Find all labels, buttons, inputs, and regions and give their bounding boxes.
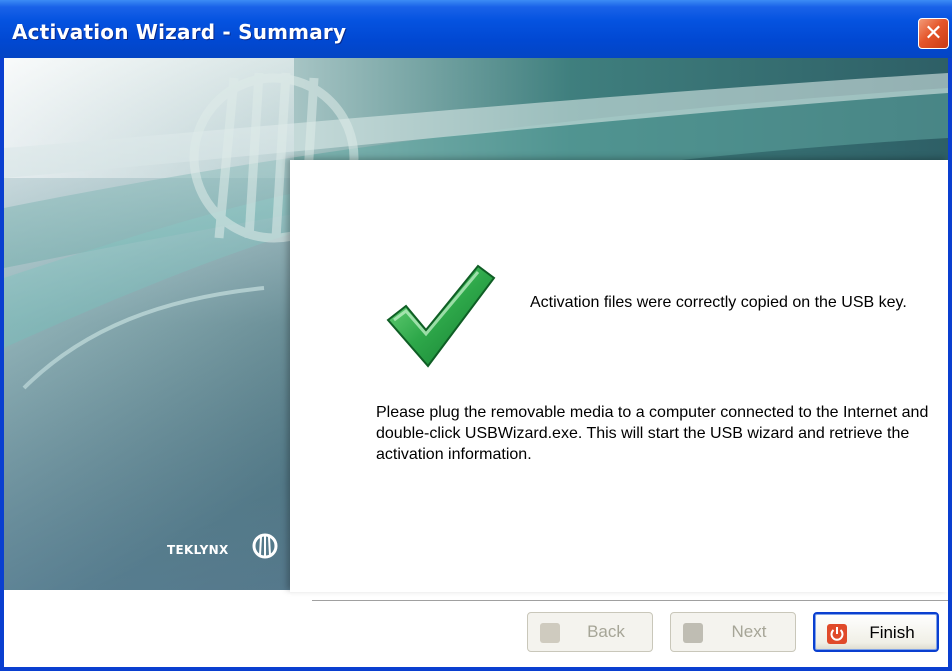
wizard-window: Activation Wizard - Summary ✕ Activation… (0, 0, 952, 671)
power-symbol (830, 627, 844, 641)
next-arrow-icon (683, 623, 703, 643)
next-button-label: Next (731, 622, 767, 641)
back-button[interactable]: Back (527, 612, 653, 652)
finish-button-label: Finish (869, 623, 915, 642)
button-separator (312, 600, 948, 602)
power-icon (827, 624, 847, 644)
checkmark-icon (386, 264, 496, 368)
teklynx-logo-text: TEKLYNX (167, 543, 229, 557)
instructions-text: Please plug the removable media to a com… (376, 404, 929, 463)
back-arrow-icon (540, 623, 560, 643)
finish-button[interactable]: Finish (813, 612, 939, 652)
close-icon: ✕ (924, 21, 943, 46)
close-button[interactable]: ✕ (918, 18, 949, 49)
next-button[interactable]: Next (670, 612, 796, 652)
title-bar[interactable]: Activation Wizard - Summary ✕ (0, 0, 952, 58)
teklynx-logo-icon (252, 533, 278, 559)
success-message: Activation files were correctly copied o… (530, 294, 907, 311)
window-title: Activation Wizard - Summary (12, 20, 347, 44)
back-button-label: Back (587, 622, 625, 641)
